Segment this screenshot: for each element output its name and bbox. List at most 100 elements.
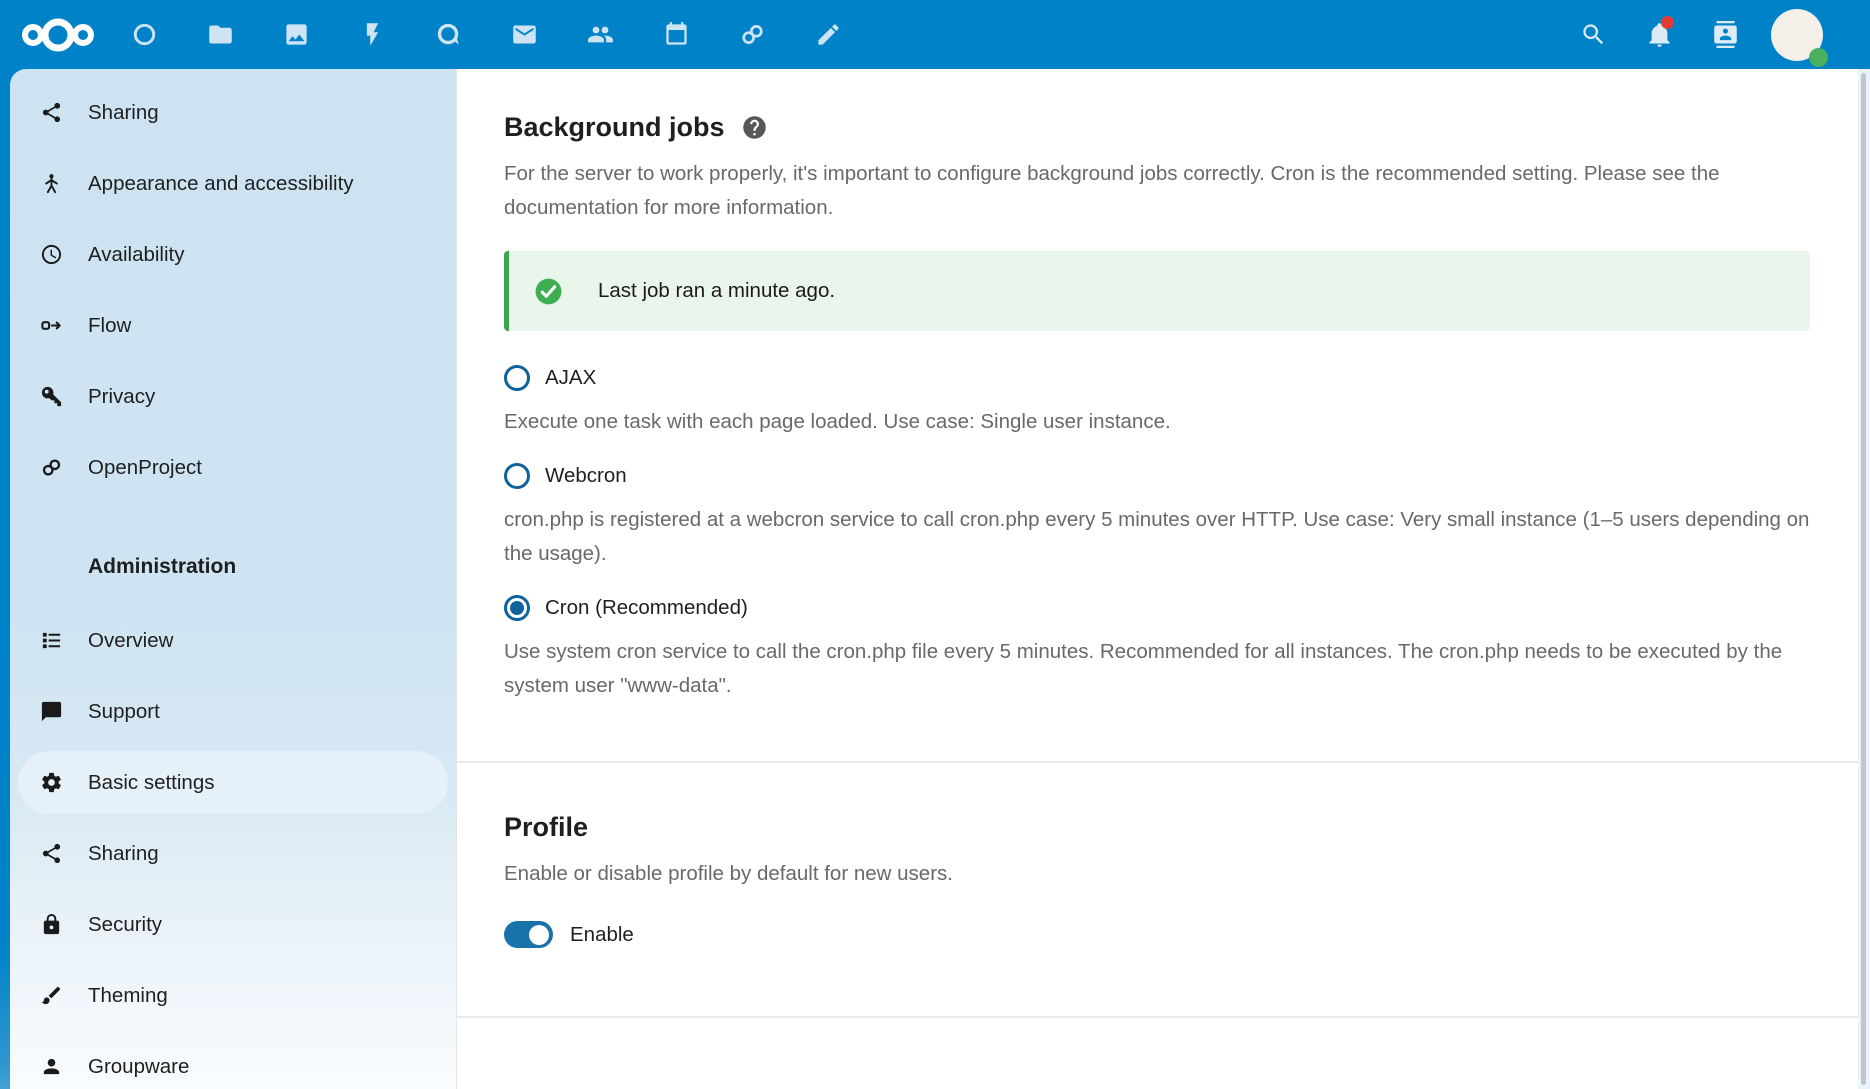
sidebar-item-label: Flow bbox=[88, 314, 131, 338]
app-icon-calendar[interactable] bbox=[638, 0, 714, 69]
nextcloud-logo[interactable] bbox=[10, 0, 106, 69]
accessibility-icon bbox=[40, 172, 63, 195]
sidebar-item-overview[interactable]: Overview bbox=[18, 609, 448, 672]
notes-icon bbox=[815, 21, 842, 48]
contacts-menu-button[interactable] bbox=[1692, 0, 1758, 69]
gear-icon bbox=[40, 771, 63, 794]
profile-toggle-label: Enable bbox=[570, 923, 634, 947]
sidebar-item-label: Overview bbox=[88, 629, 173, 653]
sidebar-item-appearance-and-accessibility[interactable]: Appearance and accessibility bbox=[18, 152, 448, 215]
notification-badge bbox=[1661, 16, 1674, 29]
online-status-dot bbox=[1809, 48, 1828, 67]
settings-content: Background jobs For the server to work p… bbox=[456, 69, 1870, 1089]
administration-heading: Administration bbox=[88, 555, 456, 579]
radio-circle[interactable] bbox=[504, 463, 530, 489]
check-circle-icon bbox=[533, 276, 564, 307]
radio-webcron[interactable]: Webcron bbox=[504, 463, 627, 489]
cron-option-cron-recommended: Cron (Recommended) Use system cron servi… bbox=[504, 595, 1810, 703]
option-description: cron.php is registered at a webcron serv… bbox=[504, 503, 1810, 571]
help-icon bbox=[741, 114, 768, 141]
cron-option-webcron: Webcron cron.php is registered at a webc… bbox=[504, 463, 1810, 571]
cron-status-text: Last job ran a minute ago. bbox=[598, 279, 835, 303]
activity-icon bbox=[359, 21, 386, 48]
app-shell: Sharing Appearance and accessibility Avail… bbox=[10, 69, 1870, 1089]
app-icon-talk[interactable] bbox=[410, 0, 486, 69]
sidebar-item-label: Support bbox=[88, 700, 160, 724]
chat-icon bbox=[40, 700, 63, 723]
top-header bbox=[0, 0, 1870, 69]
settings-scroll-area: Background jobs For the server to work p… bbox=[457, 69, 1858, 1089]
option-description: Use system cron service to call the cron… bbox=[504, 635, 1810, 703]
toggle-knob bbox=[529, 925, 549, 945]
search-button[interactable] bbox=[1560, 0, 1626, 69]
openproject-icon bbox=[739, 21, 766, 48]
app-icon-dashboard[interactable] bbox=[106, 0, 182, 69]
sidebar-item-label: Privacy bbox=[88, 385, 155, 409]
photos-icon bbox=[283, 21, 310, 48]
personal-settings-list: Sharing Appearance and accessibility Avail… bbox=[10, 81, 456, 499]
app-icon-activity[interactable] bbox=[334, 0, 410, 69]
sidebar-item-openproject[interactable]: OpenProject bbox=[18, 436, 448, 499]
radio-label: AJAX bbox=[545, 366, 596, 390]
user-avatar-button[interactable] bbox=[1758, 0, 1836, 69]
sidebar-item-label: Security bbox=[88, 913, 162, 937]
option-description: Execute one task with each page loaded. … bbox=[504, 405, 1810, 439]
sidebar-item-label: Groupware bbox=[88, 1055, 189, 1079]
sidebar-item-security[interactable]: Security bbox=[18, 893, 448, 956]
radio-circle[interactable] bbox=[504, 595, 530, 621]
lock-icon bbox=[40, 913, 63, 936]
settings-sidebar: Sharing Appearance and accessibility Avail… bbox=[10, 69, 456, 1089]
notifications-button[interactable] bbox=[1626, 0, 1692, 69]
sidebar-item-theming[interactable]: Theming bbox=[18, 964, 448, 1027]
sidebar-item-label: OpenProject bbox=[88, 456, 202, 480]
sidebar-item-support[interactable]: Support bbox=[18, 680, 448, 743]
app-icon-photos[interactable] bbox=[258, 0, 334, 69]
app-icon-notes[interactable] bbox=[790, 0, 866, 69]
sidebar-item-privacy[interactable]: Privacy bbox=[18, 365, 448, 428]
radio-ajax[interactable]: AJAX bbox=[504, 365, 596, 391]
header-right bbox=[1560, 0, 1870, 69]
background-jobs-title: Background jobs bbox=[504, 111, 725, 143]
help-button[interactable] bbox=[741, 114, 768, 141]
sidebar-item-label: Availability bbox=[88, 243, 184, 267]
list-icon bbox=[40, 629, 63, 652]
bottom-divider bbox=[457, 1016, 1858, 1018]
sidebar-item-groupware[interactable]: Groupware bbox=[18, 1035, 448, 1089]
sidebar-item-label: Theming bbox=[88, 984, 168, 1008]
sidebar-item-label: Sharing bbox=[88, 101, 159, 125]
talk-icon bbox=[435, 21, 462, 48]
sidebar-item-label: Sharing bbox=[88, 842, 159, 866]
brush-icon bbox=[40, 984, 63, 1007]
app-icon-files[interactable] bbox=[182, 0, 258, 69]
sidebar-item-flow[interactable]: Flow bbox=[18, 294, 448, 357]
cron-option-ajax: AJAX Execute one task with each page loa… bbox=[504, 365, 1810, 439]
radio-cron-recommended[interactable]: Cron (Recommended) bbox=[504, 595, 748, 621]
app-icon-openproject[interactable] bbox=[714, 0, 790, 69]
share-icon bbox=[40, 842, 63, 865]
loop-icon bbox=[40, 456, 63, 479]
sidebar-item-label: Appearance and accessibility bbox=[88, 172, 354, 196]
background-jobs-section: Background jobs For the server to work p… bbox=[457, 69, 1858, 761]
nextcloud-logo-icon bbox=[19, 14, 97, 56]
dashboard-icon bbox=[131, 21, 158, 48]
sidebar-item-sharing[interactable]: Sharing bbox=[18, 822, 448, 885]
radio-label: Cron (Recommended) bbox=[545, 596, 748, 620]
profile-title: Profile bbox=[504, 811, 1810, 843]
search-icon bbox=[1580, 21, 1607, 48]
sidebar-item-availability[interactable]: Availability bbox=[18, 223, 448, 286]
contacts-icon bbox=[587, 21, 614, 48]
key-icon bbox=[40, 385, 63, 408]
scrollbar-thumb[interactable] bbox=[1861, 73, 1866, 1085]
flow-icon bbox=[40, 314, 63, 337]
mail-icon bbox=[511, 21, 538, 48]
radio-circle[interactable] bbox=[504, 365, 530, 391]
vertical-scrollbar[interactable] bbox=[1858, 69, 1870, 1089]
cron-status-banner: Last job ran a minute ago. bbox=[504, 251, 1810, 331]
radio-label: Webcron bbox=[545, 464, 627, 488]
sidebar-item-sharing[interactable]: Sharing bbox=[18, 81, 448, 144]
app-icon-contacts[interactable] bbox=[562, 0, 638, 69]
files-icon bbox=[207, 21, 234, 48]
sidebar-item-basic-settings[interactable]: Basic settings bbox=[18, 751, 448, 814]
profile-enable-toggle[interactable] bbox=[504, 921, 553, 948]
app-icon-mail[interactable] bbox=[486, 0, 562, 69]
